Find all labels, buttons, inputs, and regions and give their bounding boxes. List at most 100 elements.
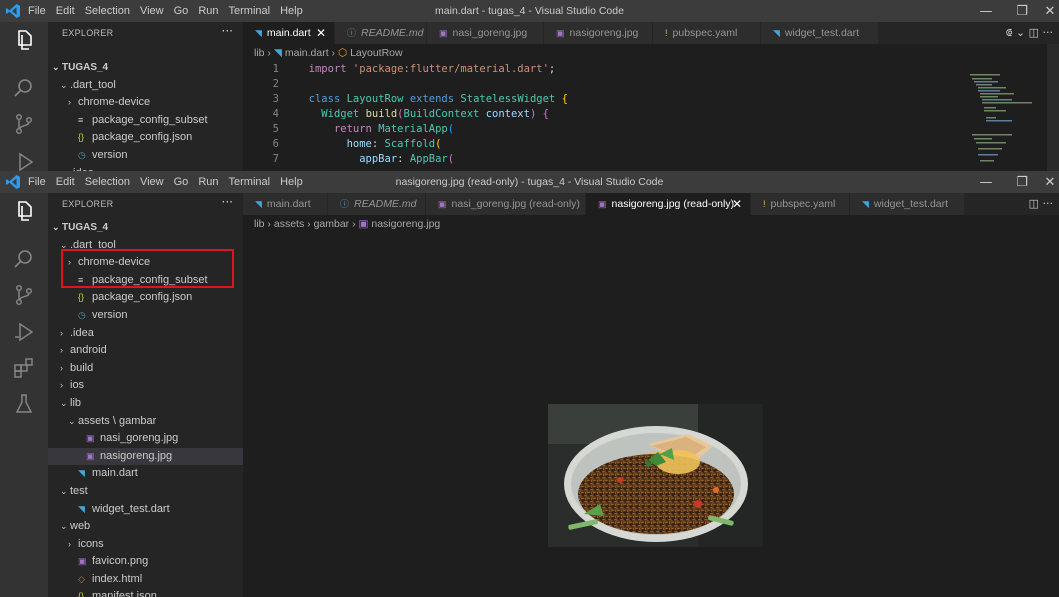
tree-item-package-config-json[interactable]: {} package_config.json <box>48 129 243 147</box>
tree-item-android[interactable]: › android <box>48 342 243 360</box>
tree-item-build[interactable]: › build <box>48 360 243 378</box>
menu-view[interactable]: View <box>140 5 164 17</box>
tab-label: widget_test.dart <box>784 27 860 39</box>
explorer-icon[interactable] <box>12 199 36 223</box>
breadcrumb-item[interactable]: LayoutRow <box>350 47 403 59</box>
tab-nasigoreng-jpg[interactable]: ▣ nasigoreng.jpg <box>544 22 653 44</box>
code-line[interactable]: 5 return MaterialApp( <box>243 122 963 137</box>
breadcrumb-item[interactable]: lib <box>254 218 265 230</box>
menu-terminal[interactable]: Terminal <box>229 176 271 188</box>
tree-item-label: nasigoreng.jpg <box>100 449 173 462</box>
code-line[interactable]: 2 <box>243 77 963 92</box>
menu-help[interactable]: Help <box>280 5 303 17</box>
source-control-icon[interactable] <box>12 283 36 307</box>
menu-terminal[interactable]: Terminal <box>229 5 271 17</box>
menu-selection[interactable]: Selection <box>85 176 130 188</box>
menu-go[interactable]: Go <box>174 176 189 188</box>
tree-item-test[interactable]: ⌄ test <box>48 483 243 501</box>
editor-actions[interactable]: ◫ ··· <box>1029 193 1053 215</box>
tree-item-package-config-subset[interactable]: ≡ package_config_subset <box>48 112 243 130</box>
breadcrumb-item[interactable]: lib <box>254 47 265 59</box>
close-tab-icon[interactable]: ✕ <box>316 22 326 44</box>
menu-file[interactable]: File <box>28 5 46 17</box>
menu-help[interactable]: Help <box>280 176 303 188</box>
editor-actions[interactable]: ⟃ ⌄ ◫ ··· <box>1006 22 1053 44</box>
tab-nasigoreng-jpg-read-only[interactable]: ▣ nasigoreng.jpg (read-only) ✕ <box>586 193 751 215</box>
tree-item-lib[interactable]: ⌄ lib <box>48 395 243 413</box>
tab-pubspec-yaml[interactable]: ! pubspec.yaml <box>751 193 850 215</box>
code-line[interactable]: 7 appBar: AppBar( <box>243 152 963 167</box>
run-debug-icon[interactable] <box>12 150 36 171</box>
breadcrumb-item[interactable]: main.dart <box>285 47 329 59</box>
tree-item-favicon-png[interactable]: ▣ favicon.png <box>48 553 243 571</box>
tree-item-idea[interactable]: › .idea <box>48 325 243 343</box>
tab-nasi-goreng-jpg-read-only[interactable]: ▣ nasi_goreng.jpg (read-only) <box>426 193 586 215</box>
source-control-icon[interactable] <box>12 112 36 136</box>
editor-scrollbar[interactable] <box>1047 44 1059 171</box>
menu-edit[interactable]: Edit <box>56 176 75 188</box>
close-window-icon[interactable]: ✕ <box>1032 0 1059 22</box>
tree-item-index-html[interactable]: ◇ index.html <box>48 571 243 589</box>
tab-main-dart[interactable]: ◥ main.dart ✕ <box>243 22 335 44</box>
tree-item-main-dart[interactable]: ◥ main.dart <box>48 465 243 483</box>
tree-item-package-config-json[interactable]: {} package_config.json <box>48 289 243 307</box>
close-tab-icon[interactable]: ✕ <box>732 193 742 215</box>
minimize-icon[interactable]: — <box>968 0 1004 22</box>
menu-edit[interactable]: Edit <box>56 5 75 17</box>
code-token: ( <box>435 138 442 150</box>
tree-item-tugas-4[interactable]: ⌄ TUGAS_4 <box>48 219 243 237</box>
chevron-down-icon: ⌄ <box>60 397 68 408</box>
tree-item-web[interactable]: ⌄ web <box>48 518 243 536</box>
tab-main-dart[interactable]: ◥ main.dart <box>243 193 328 215</box>
tab-pubspec-yaml[interactable]: ! pubspec.yaml <box>653 22 761 44</box>
tree-item-nasigoreng-jpg[interactable]: ▣ nasigoreng.jpg <box>48 447 243 466</box>
tree-item-version[interactable]: ◷ version <box>48 307 243 325</box>
tree-item-label: package_config.json <box>92 131 193 144</box>
code-line[interactable]: 1 import 'package:flutter/material.dart'… <box>243 62 963 77</box>
code-line[interactable]: 3 class LayoutRow extends StatelessWidge… <box>243 92 963 107</box>
testing-icon[interactable] <box>12 392 36 416</box>
tab-widget-test-dart[interactable]: ◥ widget_test.dart <box>761 22 879 44</box>
breadcrumb-item[interactable]: assets <box>274 218 304 230</box>
tab-widget-test-dart[interactable]: ◥ widget_test.dart <box>850 193 965 215</box>
tree-item-nasi-goreng-jpg[interactable]: ▣ nasi_goreng.jpg <box>48 430 243 448</box>
run-debug-icon[interactable] <box>12 320 36 344</box>
image-preview[interactable] <box>548 404 763 547</box>
tree-item-chrome-device[interactable]: › chrome-device <box>48 94 243 112</box>
file-type-icon: ⓘ <box>340 199 350 209</box>
search-icon[interactable] <box>12 247 36 271</box>
close-window-icon[interactable]: ✕ <box>1032 171 1059 193</box>
menu-view[interactable]: View <box>140 176 164 188</box>
tree-item-widget-test-dart[interactable]: ◥ widget_test.dart <box>48 501 243 519</box>
menu-selection[interactable]: Selection <box>85 5 130 17</box>
file-type-icon: ▣ <box>86 450 95 461</box>
menu-run[interactable]: Run <box>198 176 218 188</box>
tree-item-icons[interactable]: › icons <box>48 536 243 554</box>
tree-item-ios[interactable]: › ios <box>48 377 243 395</box>
tree-item-dart-tool[interactable]: ⌄ .dart_tool <box>48 77 243 95</box>
breadcrumb-item[interactable]: gambar <box>314 218 350 230</box>
menu-go[interactable]: Go <box>174 5 189 17</box>
code-editor[interactable]: 1 import 'package:flutter/material.dart'… <box>243 62 963 167</box>
tree-item-tugas-4[interactable]: ⌄ TUGAS_4 <box>48 59 243 77</box>
code-line[interactable]: 4 Widget build(BuildContext context) { <box>243 107 963 122</box>
menu-run[interactable]: Run <box>198 5 218 17</box>
tree-item-assets-gambar[interactable]: ⌄ assets \ gambar <box>48 413 243 431</box>
minimap[interactable] <box>968 62 1048 171</box>
tab-nasi-goreng-jpg[interactable]: ▣ nasi_goreng.jpg <box>427 22 544 44</box>
tree-item-manifest-json[interactable]: {} manifest.json <box>48 588 243 597</box>
extensions-icon[interactable] <box>12 356 36 380</box>
more-actions-icon[interactable]: ··· <box>222 195 233 209</box>
menu-file[interactable]: File <box>28 176 46 188</box>
breadcrumb-item[interactable]: nasigoreng.jpg <box>371 218 440 230</box>
more-actions-icon[interactable]: ··· <box>222 24 233 38</box>
search-icon[interactable] <box>12 76 36 100</box>
code-line[interactable]: 6 home: Scaffold( <box>243 137 963 152</box>
tree-item-version[interactable]: ◷ version <box>48 147 243 165</box>
minimize-icon[interactable]: — <box>968 171 1004 193</box>
tab-readme-md[interactable]: ⓘ README.md <box>328 193 426 215</box>
code-token: ; <box>548 63 556 75</box>
explorer-icon[interactable] <box>12 28 36 52</box>
tab-readme-md[interactable]: ⓘ README.md <box>335 22 427 44</box>
